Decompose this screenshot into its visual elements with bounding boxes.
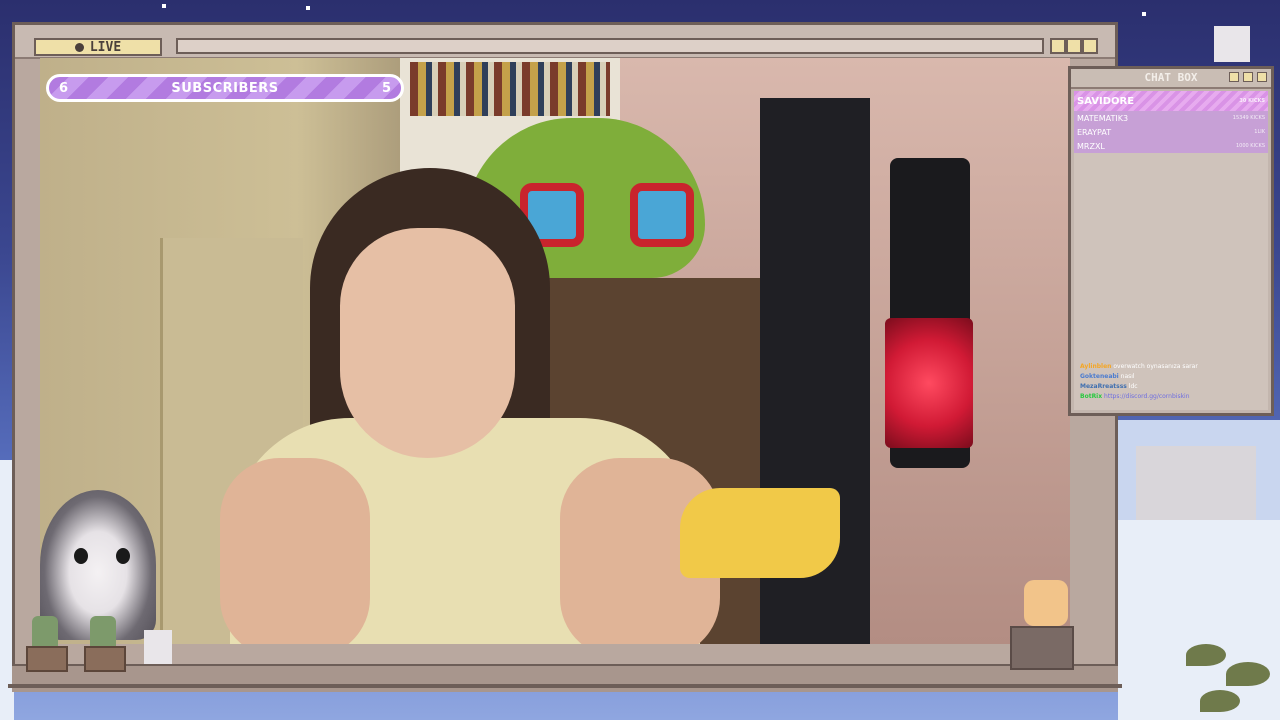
leaderboard-name: MATEMATIK3 [1077,113,1129,123]
chat-message: MezaRreatsss ldc [1080,382,1264,392]
maximize-button[interactable] [1066,38,1082,54]
chat-minimize-button[interactable] [1229,72,1239,82]
leaderboard-name: MRZXL [1077,141,1105,151]
leaderboard-row: SAVIDORE 30 KICKS [1074,91,1268,111]
leaderboard-name: ERAYPAT [1077,127,1112,137]
chat-message: BotRix https://discord.gg/cornbiskin [1080,392,1264,402]
chat-maximize-button[interactable] [1243,72,1253,82]
subscriber-goal-bar: 6 SUBSCRIBERS 5 [46,74,404,102]
sky-cloud [1118,520,1280,720]
pixel-cat-icon [144,630,172,664]
chat-text: overwatch oynasanıza sarar [1113,363,1198,370]
subscriber-current: 6 [59,80,69,96]
titlebar-track [176,38,1044,54]
microphone-light [885,318,973,448]
pixel-cat-large-icon [1136,446,1256,520]
minimize-button[interactable] [1050,38,1066,54]
leaderboard-amount: 1000 KICKS [1235,143,1265,149]
leaderboard-amount: 30 KICKS [1239,98,1265,104]
pixel-cat-icon [1214,26,1250,62]
succulent-plant [90,616,116,650]
books [410,62,610,116]
leaf-icon [1200,690,1240,712]
chat-link[interactable]: https://discord.gg/cornbiskin [1104,393,1189,400]
chat-username: BotRix [1080,393,1103,400]
leaderboard-row: ERAYPAT 1LIK [1074,125,1268,139]
star [306,6,310,10]
leaderboard-amount: 15349 KICKS [1232,115,1265,121]
star [162,4,166,8]
cat-box [1010,626,1074,670]
leaderboard-row: MATEMATIK3 15349 KICKS [1074,111,1268,125]
kitten-eye [74,548,88,564]
subscriber-goal: 5 [381,80,391,96]
chat-close-button[interactable] [1257,72,1267,82]
floor-line [8,684,1122,688]
star [1142,12,1146,16]
subscriber-label: SUBSCRIBERS [171,80,279,96]
chat-username: MezaRreatsss [1080,383,1127,390]
streamer-arm [220,458,370,644]
yellow-cloth [680,488,840,578]
chat-message: Aylinblen overwatch oynasanıza sarar [1080,362,1264,372]
pixel-orange-cat-icon [1024,580,1068,626]
chat-username: Aylinblen [1080,363,1112,370]
chat-messages: Aylinblen overwatch oynasanıza sarar Gok… [1080,362,1264,402]
leaderboard-name: SAVIDORE [1077,95,1135,107]
plant-pot [26,646,68,672]
leaf-icon [1186,644,1226,666]
chat-box: CHAT BOX SAVIDORE 30 KICKS MATEMATIK3 15… [1068,66,1274,416]
chat-message: Gokteneabi nasıl [1080,372,1264,382]
chat-box-titlebar: CHAT BOX [1071,69,1271,89]
leaf-icon [1226,662,1270,686]
chat-username: Gokteneabi [1080,373,1119,380]
chat-text: nasıl [1120,373,1135,380]
streamer-face [340,228,515,458]
chat-box-title: CHAT BOX [1144,71,1198,84]
chat-box-body: SAVIDORE 30 KICKS MATEMATIK3 15349 KICKS… [1074,91,1268,410]
leaderboard-row: MRZXL 1000 KICKS [1074,139,1268,153]
leaderboard-amount: 1LIK [1254,129,1265,135]
close-button[interactable] [1082,38,1098,54]
live-badge: LIVE [34,38,162,56]
webcam-feed [40,58,1070,644]
chat-text: ldc [1128,383,1138,390]
plant-pot [84,646,126,672]
live-dot-icon [74,42,84,52]
live-label: LIVE [89,39,122,55]
cactus-plant [32,616,58,650]
kitten-eye [116,548,130,564]
goggle-right [630,183,694,247]
